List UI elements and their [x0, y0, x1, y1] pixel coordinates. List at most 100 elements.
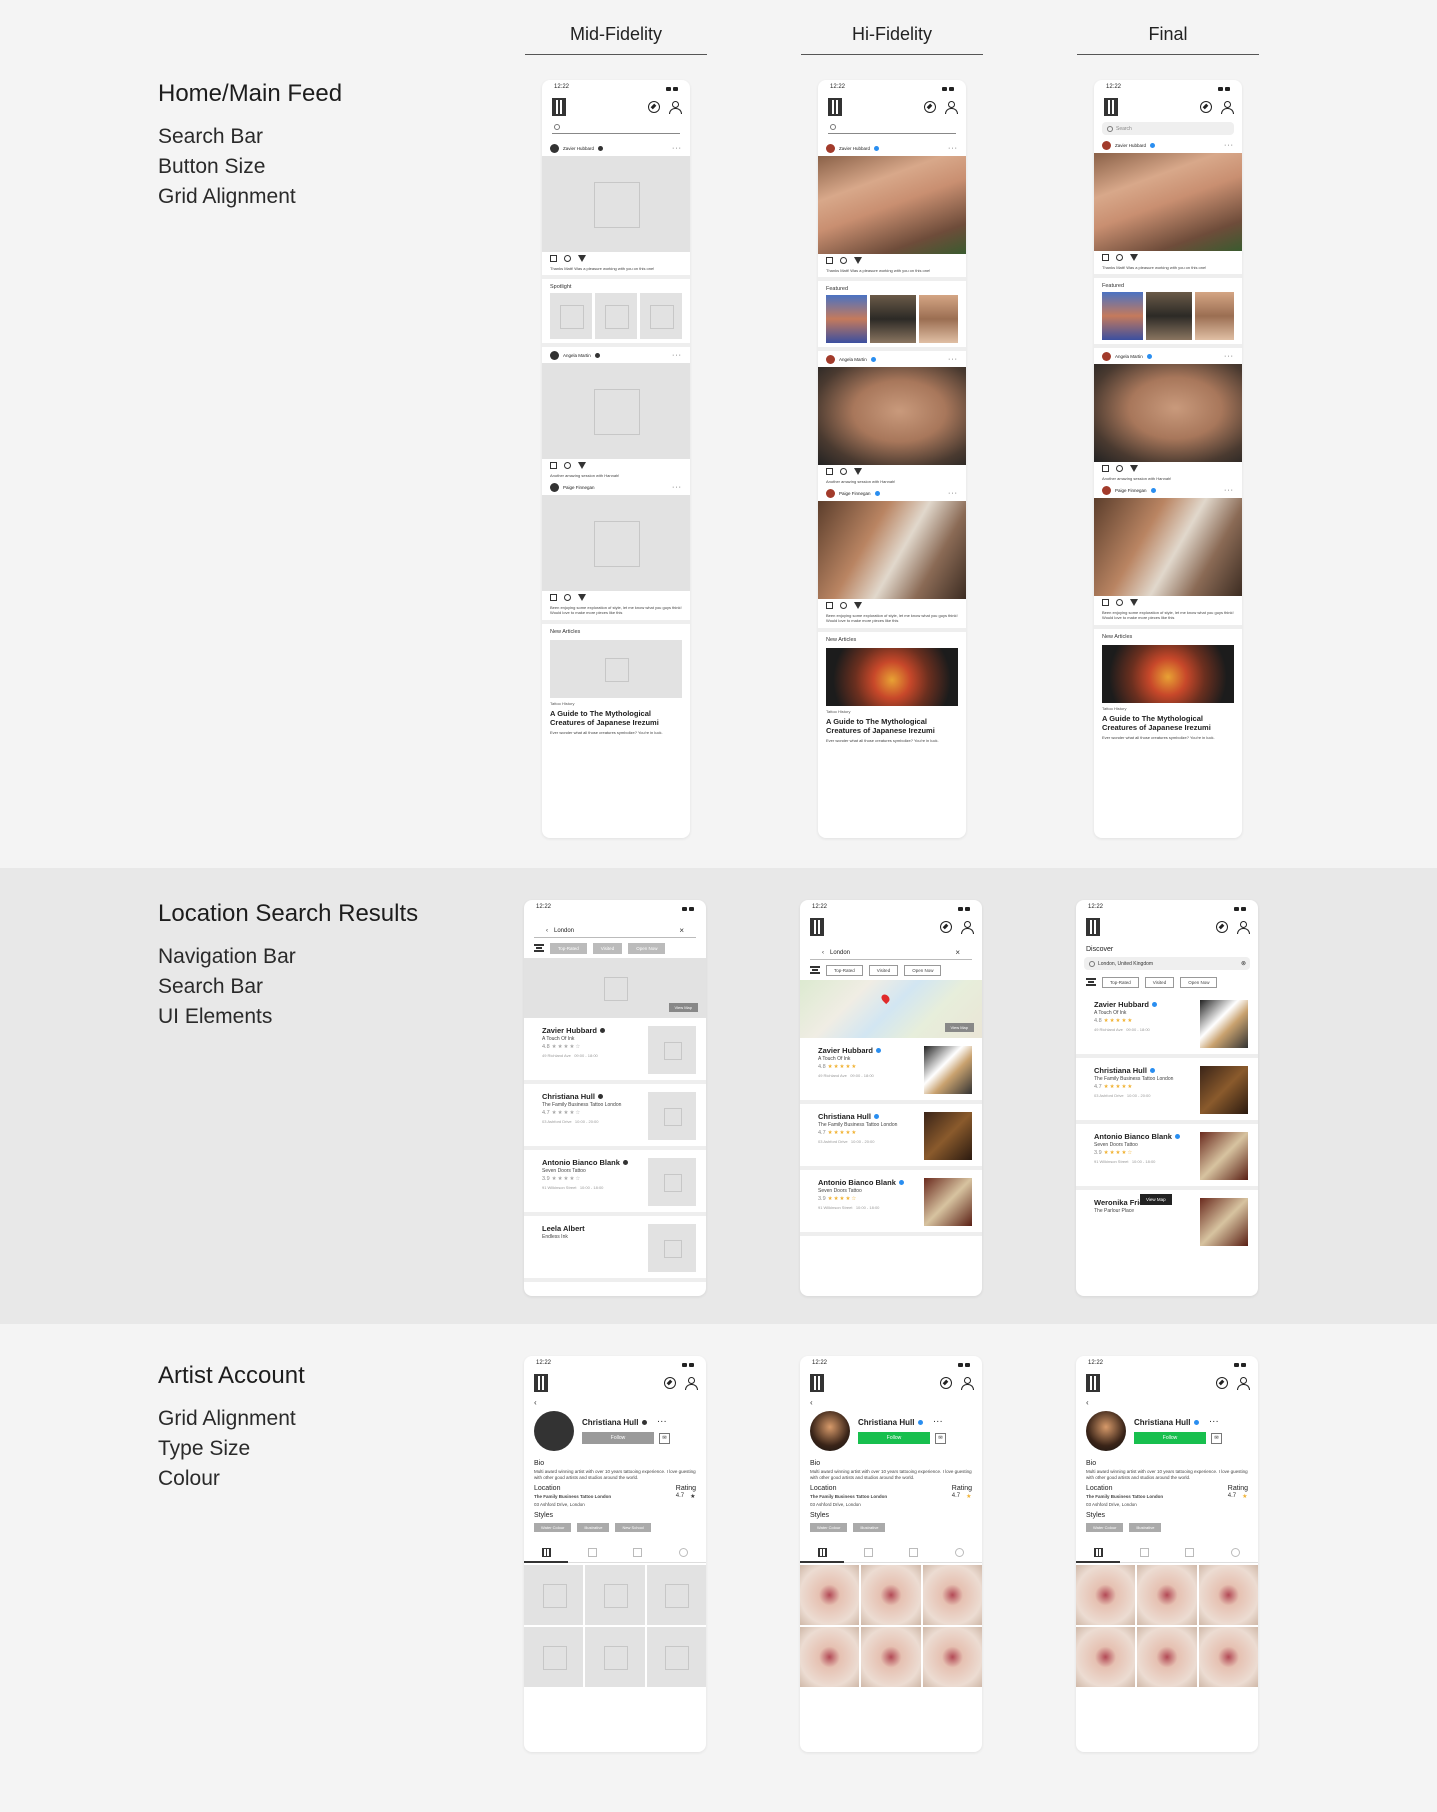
post-image[interactable]: [1094, 364, 1242, 462]
comment-icon[interactable]: [564, 462, 571, 469]
post-image[interactable]: [542, 363, 690, 459]
share-icon[interactable]: [578, 594, 586, 601]
profile-icon[interactable]: [961, 1377, 974, 1390]
featured-thumb[interactable]: [1195, 292, 1234, 340]
more-icon[interactable]: ···: [1224, 487, 1234, 494]
location-shop[interactable]: The Family Business Tattoo London: [534, 1493, 611, 1501]
grid-photo[interactable]: [922, 1627, 982, 1687]
comment-icon[interactable]: [564, 255, 571, 262]
grid-photo[interactable]: [1198, 1627, 1258, 1687]
avatar[interactable]: [826, 354, 835, 364]
bookmark-tab-icon[interactable]: [587, 1548, 597, 1557]
grid-photo[interactable]: [646, 1565, 706, 1625]
result-row[interactable]: Christiana Hull The Family Business Tatto…: [800, 1104, 982, 1170]
post-username[interactable]: Zavier Hubbard: [839, 146, 870, 151]
more-icon[interactable]: ···: [672, 145, 682, 152]
share-icon[interactable]: [578, 255, 586, 262]
location-search-input[interactable]: ‹ London ×: [534, 924, 696, 938]
chip-visited[interactable]: Visited: [868, 964, 899, 976]
mail-icon[interactable]: ✉: [1211, 1432, 1222, 1444]
grid-photo[interactable]: [922, 1565, 982, 1625]
post-username[interactable]: Zavier Hubbard: [1115, 143, 1146, 148]
star-tab-icon[interactable]: [1185, 1548, 1195, 1557]
avatar[interactable]: [1102, 351, 1111, 361]
grid-photo[interactable]: [646, 1627, 706, 1687]
post-image[interactable]: [542, 156, 690, 252]
bookmark-tab-icon[interactable]: [863, 1548, 873, 1557]
comment-icon[interactable]: [1116, 254, 1123, 261]
follow-button[interactable]: Follow: [582, 1432, 654, 1444]
more-icon[interactable]: ···: [948, 490, 958, 497]
chip-top-rated[interactable]: Top-Rated: [1102, 976, 1139, 988]
map-view[interactable]: View Map: [524, 958, 706, 1018]
logo-icon[interactable]: [1086, 918, 1100, 936]
featured-thumb[interactable]: [1145, 292, 1193, 340]
mail-icon[interactable]: ✉: [659, 1432, 670, 1444]
result-row[interactable]: Antonio Bianco Blank Seven Doors Tattoo 3.…: [524, 1150, 706, 1216]
featured-thumb[interactable]: [826, 295, 867, 343]
chip-open-now[interactable]: Open Now: [904, 964, 942, 976]
profile-icon[interactable]: [1237, 921, 1250, 934]
back-icon[interactable]: ‹: [546, 928, 548, 934]
close-icon[interactable]: ×: [955, 948, 960, 957]
compass-icon[interactable]: [648, 101, 660, 113]
search-input[interactable]: Search: [1102, 122, 1234, 135]
chip-visited[interactable]: Visited: [1144, 976, 1175, 988]
share-icon[interactable]: [1130, 599, 1138, 606]
comment-icon[interactable]: [840, 257, 847, 264]
more-icon[interactable]: ···: [672, 352, 682, 359]
post-image[interactable]: [1094, 498, 1242, 596]
more-icon[interactable]: ···: [657, 1419, 667, 1426]
article-image[interactable]: [1102, 645, 1234, 703]
follow-button[interactable]: Follow: [1134, 1432, 1206, 1444]
logo-icon[interactable]: [552, 98, 566, 116]
result-row[interactable]: Antonio Bianco Blank Seven Doors Tattoo 3.…: [1076, 1124, 1258, 1190]
filter-icon[interactable]: [534, 944, 544, 952]
grid-tab-icon[interactable]: [818, 1548, 828, 1557]
location-shop[interactable]: The Family Business Tattoo London: [1086, 1493, 1163, 1501]
compass-icon[interactable]: [924, 101, 936, 113]
chip-top-rated[interactable]: Top-Rated: [826, 964, 863, 976]
bookmark-icon[interactable]: [826, 602, 833, 609]
more-icon[interactable]: ···: [672, 484, 682, 491]
chip-open-now[interactable]: Open Now: [628, 942, 666, 954]
view-map-button[interactable]: View Map: [944, 1023, 974, 1032]
compass-icon[interactable]: [1200, 101, 1212, 113]
grid-photo[interactable]: [1076, 1627, 1136, 1687]
compass-icon[interactable]: [1216, 1377, 1228, 1389]
back-icon[interactable]: ‹: [1076, 1396, 1258, 1407]
search-input[interactable]: [552, 120, 680, 134]
profile-icon[interactable]: [1221, 101, 1234, 114]
share-icon[interactable]: [578, 462, 586, 469]
profile-icon[interactable]: [685, 1377, 698, 1390]
chip-visited[interactable]: Visited: [592, 942, 623, 954]
chip-top-rated[interactable]: Top-Rated: [550, 942, 587, 954]
location-shop[interactable]: The Family Business Tattoo London: [810, 1493, 887, 1501]
more-icon[interactable]: ···: [1224, 353, 1234, 360]
bookmark-icon[interactable]: [1102, 599, 1109, 606]
profile-icon[interactable]: [1237, 1377, 1250, 1390]
logo-icon[interactable]: [534, 1374, 548, 1392]
location-search-input[interactable]: ‹ London ×: [810, 946, 972, 960]
profile-icon[interactable]: [945, 101, 958, 114]
bookmark-icon[interactable]: [550, 594, 557, 601]
article-title[interactable]: A Guide to The Mythological Creatures of…: [1094, 712, 1242, 734]
spotlight-thumb[interactable]: [550, 293, 592, 339]
search-input[interactable]: [828, 120, 956, 134]
grid-photo[interactable]: [1198, 1565, 1258, 1625]
view-map-button[interactable]: View Map: [668, 1003, 698, 1012]
comment-icon[interactable]: [564, 594, 571, 601]
back-icon[interactable]: ‹: [524, 1396, 706, 1407]
style-chip[interactable]: Illustrative: [1129, 1523, 1162, 1532]
post-image[interactable]: [1094, 153, 1242, 251]
bookmark-tab-icon[interactable]: [1139, 1548, 1149, 1557]
grid-photo[interactable]: [1076, 1565, 1136, 1625]
comment-icon[interactable]: [840, 468, 847, 475]
bookmark-icon[interactable]: [550, 462, 557, 469]
avatar[interactable]: [826, 488, 835, 498]
view-map-button[interactable]: View Map: [1140, 1194, 1172, 1205]
result-row[interactable]: Leela Albert Endless Ink: [524, 1216, 706, 1282]
more-icon[interactable]: ···: [1209, 1419, 1219, 1426]
logo-icon[interactable]: [810, 918, 824, 936]
more-icon[interactable]: ···: [933, 1419, 943, 1426]
